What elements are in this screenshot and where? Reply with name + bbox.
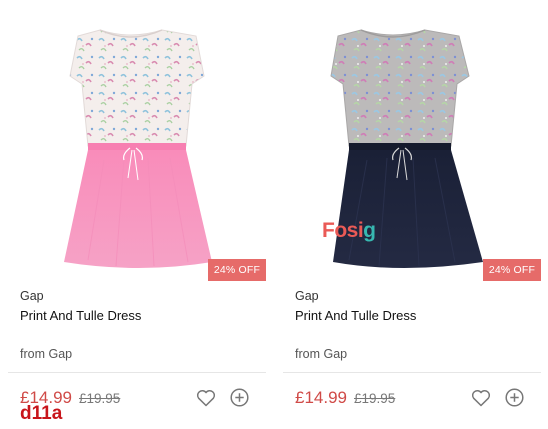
discount-badge: 24% OFF [208, 259, 266, 281]
fosig-watermark: Fosig [322, 219, 376, 243]
corner-watermark: d11a [20, 403, 63, 424]
product-grid: 24% OFF Gap Print And Tulle Dress from G… [0, 0, 548, 429]
add-button[interactable] [505, 388, 524, 407]
seller-label: from Gap [295, 347, 348, 361]
add-button[interactable] [230, 388, 249, 407]
wishlist-button[interactable] [196, 389, 216, 407]
product-name-link[interactable]: Print And Tulle Dress [20, 308, 141, 323]
heart-icon [471, 390, 491, 407]
original-price: £19.95 [354, 391, 396, 406]
watermark-accent: g [363, 219, 376, 242]
product-card[interactable]: 24% OFF Gap Print And Tulle Dress from G… [8, 0, 266, 429]
brand-label: Gap [295, 289, 319, 303]
current-price: £14.99 [295, 388, 347, 407]
divider [283, 372, 541, 373]
heart-icon [196, 390, 216, 407]
wishlist-button[interactable] [471, 389, 491, 407]
divider [8, 372, 266, 373]
product-card[interactable]: 24% OFF Gap Print And Tulle Dress from G… [283, 0, 541, 429]
original-price: £19.95 [79, 391, 121, 406]
plus-circle-icon [230, 388, 249, 407]
plus-circle-icon [505, 388, 524, 407]
brand-label: Gap [20, 289, 44, 303]
dress-image [64, 29, 212, 268]
product-image[interactable]: 24% OFF [8, 0, 266, 282]
seller-label: from Gap [20, 347, 73, 361]
discount-badge: 24% OFF [483, 259, 541, 281]
watermark-main: Fosi [322, 219, 364, 242]
product-name-link[interactable]: Print And Tulle Dress [295, 308, 416, 323]
